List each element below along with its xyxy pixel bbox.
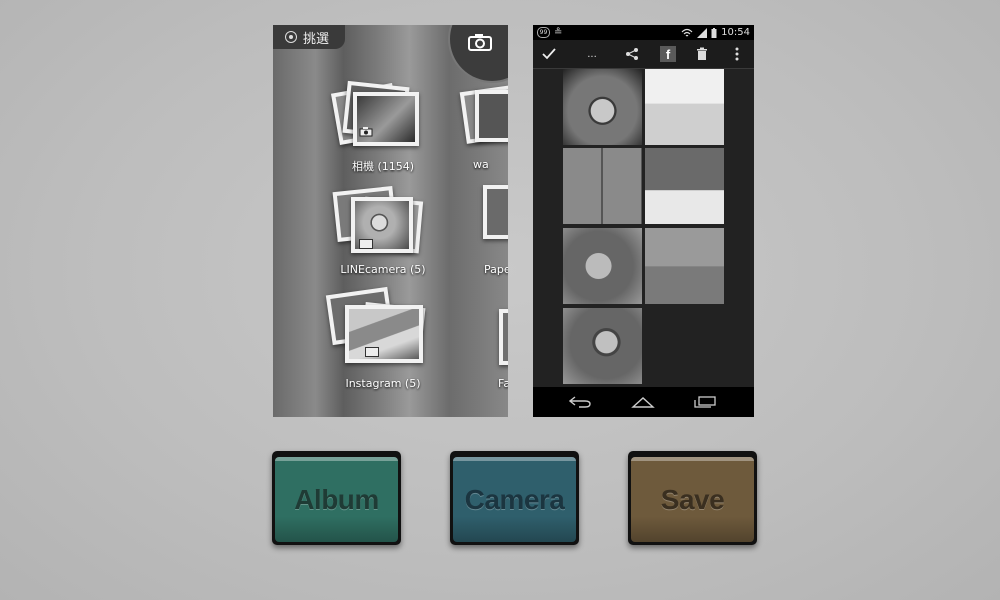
album-fa[interactable]: Fa <box>453 295 508 415</box>
photo-thumbnail[interactable] <box>645 228 724 304</box>
save-button-face: Save <box>631 457 754 542</box>
delete-button[interactable] <box>691 40 713 68</box>
signal-icon <box>697 27 708 38</box>
album-label: Instagram (5) <box>345 377 421 390</box>
album-label: Pape <box>484 263 508 276</box>
more-vertical-icon <box>735 47 739 61</box>
back-icon <box>569 396 591 408</box>
album-instagram[interactable]: Instagram (5) <box>323 286 443 415</box>
album-camera[interactable]: 相機 (1154) <box>323 80 443 200</box>
album-label: LINEcamera (5) <box>340 263 426 276</box>
photo-thumbnail[interactable] <box>563 69 642 145</box>
button-label: Save <box>660 483 725 515</box>
camera-button-large[interactable]: Camera <box>450 451 579 545</box>
navigation-bar <box>533 387 754 417</box>
pick-label: 挑選 <box>303 31 330 47</box>
album-label: wa <box>473 158 489 171</box>
overflow-menu-button[interactable] <box>729 40 745 68</box>
photo-thumbnail[interactable] <box>563 148 642 224</box>
folder-icon <box>359 239 373 249</box>
camera-button[interactable] <box>448 25 508 83</box>
share-button[interactable] <box>621 40 643 68</box>
action-bar: ... f <box>533 40 754 69</box>
button-label: Camera <box>464 483 565 515</box>
album-wa[interactable]: wa <box>453 80 508 200</box>
wifi-icon <box>681 28 693 36</box>
trash-icon <box>697 47 707 60</box>
selection-dropdown[interactable]: ... <box>567 40 617 68</box>
checkmark-icon <box>542 48 556 60</box>
home-icon <box>631 397 655 408</box>
button-label: Album <box>294 483 379 515</box>
pick-button[interactable]: 挑選 <box>273 25 345 49</box>
done-button[interactable] <box>539 40 559 68</box>
photo-thumbnail[interactable] <box>563 308 642 384</box>
album-label: 相機 (1154) <box>351 160 415 173</box>
home-button[interactable] <box>631 387 655 417</box>
cat-icon: ≗ <box>554 27 563 38</box>
album-label: Fa <box>498 377 508 390</box>
photo-thumbnail[interactable] <box>563 228 642 304</box>
camera-icon <box>468 34 492 51</box>
battery-icon <box>711 27 717 38</box>
facebook-icon: f <box>660 46 676 62</box>
save-button[interactable]: Save <box>628 451 757 545</box>
album-button[interactable]: Album <box>272 451 401 545</box>
clock: 10:54 <box>721 27 750 38</box>
target-icon <box>285 31 297 43</box>
selection-count: ... <box>587 48 597 60</box>
photo-thumbnail[interactable] <box>645 148 724 224</box>
notification-badge: 99 <box>537 27 550 38</box>
recent-apps-icon <box>694 396 716 408</box>
photo-thumbnail[interactable] <box>645 69 724 145</box>
status-bar: 99 ≗ 10:54 <box>533 25 754 40</box>
album-paper[interactable]: Pape <box>453 185 508 305</box>
back-button[interactable] <box>569 387 591 417</box>
share-icon <box>626 48 638 60</box>
camera-button-face: Camera <box>453 457 576 542</box>
camera-icon <box>359 127 373 137</box>
gallery-albums-screenshot: 挑選 相機 (1154) wa LINEcamera (5) Pape Inst… <box>273 25 508 417</box>
album-button-face: Album <box>275 457 398 542</box>
phone-select-screenshot: 99 ≗ 10:54 ... f <box>533 25 754 417</box>
folder-icon <box>365 347 379 357</box>
recent-apps-button[interactable] <box>694 387 716 417</box>
facebook-button[interactable]: f <box>657 40 679 68</box>
